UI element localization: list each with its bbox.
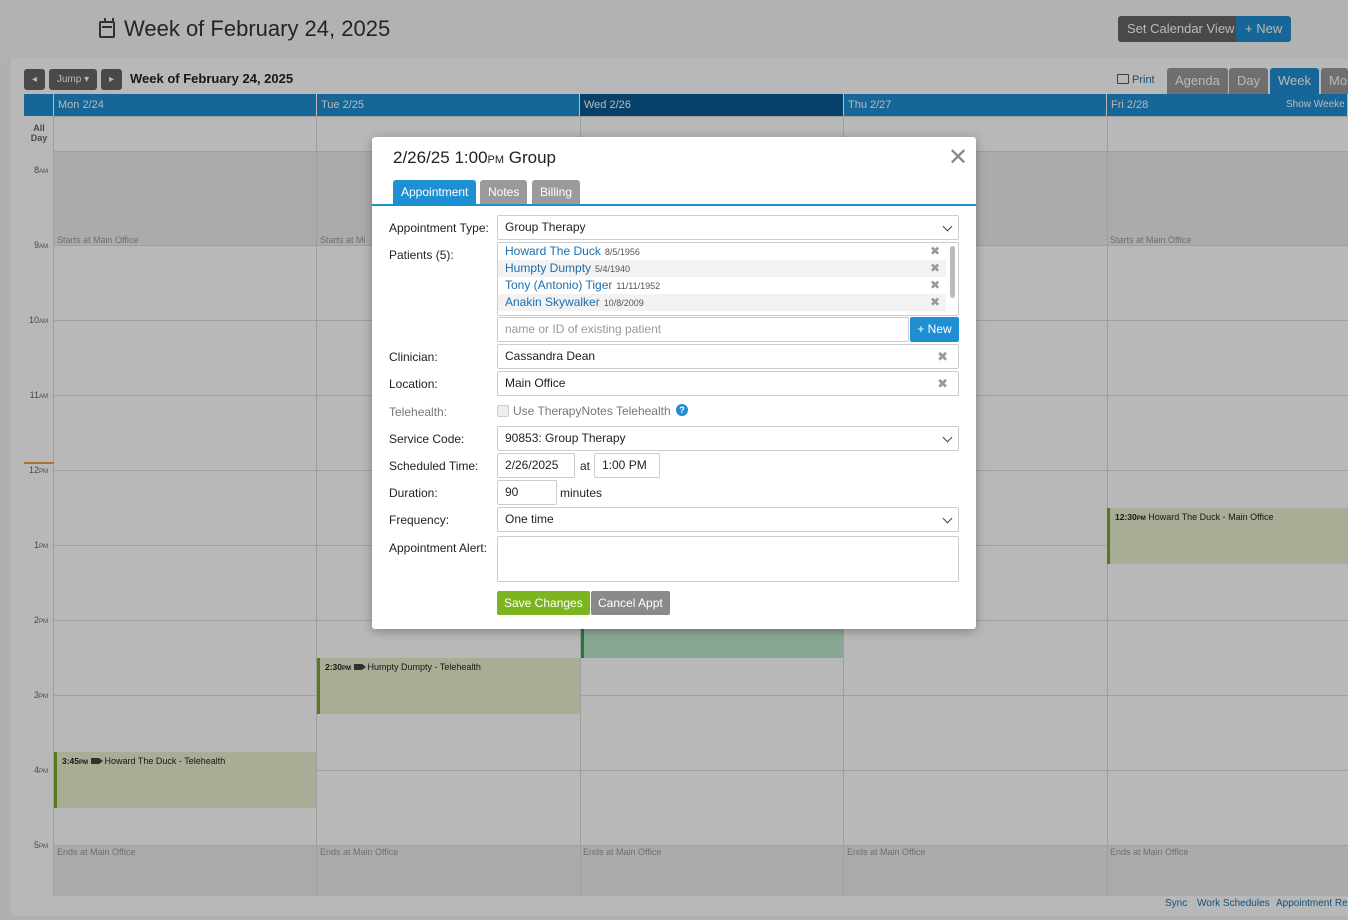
modal-title: 2/26/25 1:00PM Group [393, 148, 556, 168]
service-code-value: 90853: Group Therapy [505, 431, 626, 445]
scheduled-time-input[interactable]: 1:00 PM [594, 453, 660, 478]
tab-underline [372, 204, 976, 206]
location-field[interactable]: Main Office ✖ [497, 371, 959, 396]
patient-dob: 8/5/1956 [604, 247, 640, 257]
remove-patient-icon[interactable]: ✖ [930, 294, 940, 311]
chevron-down-icon [942, 513, 953, 524]
duration-label: Duration: [389, 486, 438, 500]
remove-patient-icon[interactable]: ✖ [930, 243, 940, 260]
tab-appointment[interactable]: Appointment [393, 180, 477, 204]
patient-link[interactable]: Humpty Dumpty [505, 261, 591, 275]
telehealth-option-label[interactable]: Use TherapyNotes Telehealth [513, 404, 671, 418]
appointment-type-select[interactable]: Group Therapy [497, 215, 959, 240]
clinician-value: Cassandra Dean [505, 349, 596, 363]
help-icon[interactable]: ? [676, 404, 688, 416]
modal-title-ampm: PM [487, 154, 505, 166]
clear-clinician-icon[interactable]: ✖ [937, 345, 948, 368]
close-icon[interactable]: ✕ [948, 146, 968, 170]
clear-location-icon[interactable]: ✖ [937, 372, 948, 395]
scheduled-date-input[interactable]: 2/26/2025 [497, 453, 575, 478]
save-changes-button[interactable]: Save Changes [497, 591, 590, 615]
patient-link[interactable]: Howard The Duck [505, 244, 601, 258]
appointment-alert-textarea[interactable] [497, 536, 959, 582]
clinician-label: Clinician: [389, 350, 438, 364]
chevron-down-icon [942, 221, 953, 232]
telehealth-checkbox[interactable] [497, 405, 509, 417]
chevron-down-icon [942, 432, 953, 443]
patients-label: Patients (5): [389, 248, 454, 262]
appointment-alert-label: Appointment Alert: [389, 541, 488, 555]
service-code-select[interactable]: 90853: Group Therapy [497, 426, 959, 451]
patient-dob: 11/11/1952 [616, 281, 661, 291]
patients-list[interactable]: Howard The Duck 8/5/1956 ✖ Humpty Dumpty 5… [497, 242, 959, 316]
frequency-value: One time [505, 512, 554, 526]
location-label: Location: [389, 377, 438, 391]
patient-link[interactable]: Tony (Antonio) Tiger [505, 278, 612, 292]
location-value: Main Office [505, 376, 566, 390]
duration-unit: minutes [560, 486, 603, 500]
patient-dob: 5/4/1940 [595, 264, 631, 274]
remove-patient-icon[interactable]: ✖ [930, 260, 940, 277]
appointment-type-label: Appointment Type: [389, 221, 489, 235]
patient-search-input[interactable]: name or ID of existing patient [497, 317, 909, 342]
patient-row: Humpty Dumpty 5/4/1940 ✖ [498, 260, 946, 277]
patient-dob: 10/8/2009 [603, 298, 644, 308]
at-label: at [580, 459, 591, 473]
appointment-type-value: Group Therapy [505, 220, 586, 234]
frequency-select[interactable]: One time [497, 507, 959, 532]
service-code-label: Service Code: [389, 432, 465, 446]
patient-row: Anakin Skywalker 10/8/2009 ✖ [498, 294, 946, 311]
patients-scrollbar[interactable] [950, 246, 955, 298]
modal-title-date: 2/26/25 1:00 [393, 148, 488, 167]
patient-row: Tony (Antonio) Tiger 11/11/1952 ✖ [498, 277, 946, 294]
duration-input[interactable]: 90 [497, 480, 557, 505]
add-patient-button[interactable]: + New [910, 317, 959, 342]
patient-link[interactable]: Anakin Skywalker [505, 295, 600, 309]
modal-title-type: Group [508, 148, 557, 167]
scheduled-time-label: Scheduled Time: [389, 459, 479, 473]
cancel-appointment-button[interactable]: Cancel Appt [591, 591, 670, 615]
appointment-modal: 2/26/25 1:00PM Group ✕ Appointment Notes… [372, 137, 976, 629]
clinician-field[interactable]: Cassandra Dean ✖ [497, 344, 959, 369]
frequency-label: Frequency: [389, 513, 450, 527]
patient-row: Howard The Duck 8/5/1956 ✖ [498, 243, 946, 260]
tab-notes[interactable]: Notes [480, 180, 528, 204]
tab-billing[interactable]: Billing [532, 180, 581, 204]
telehealth-label: Telehealth: [389, 405, 448, 419]
remove-patient-icon[interactable]: ✖ [930, 277, 940, 294]
